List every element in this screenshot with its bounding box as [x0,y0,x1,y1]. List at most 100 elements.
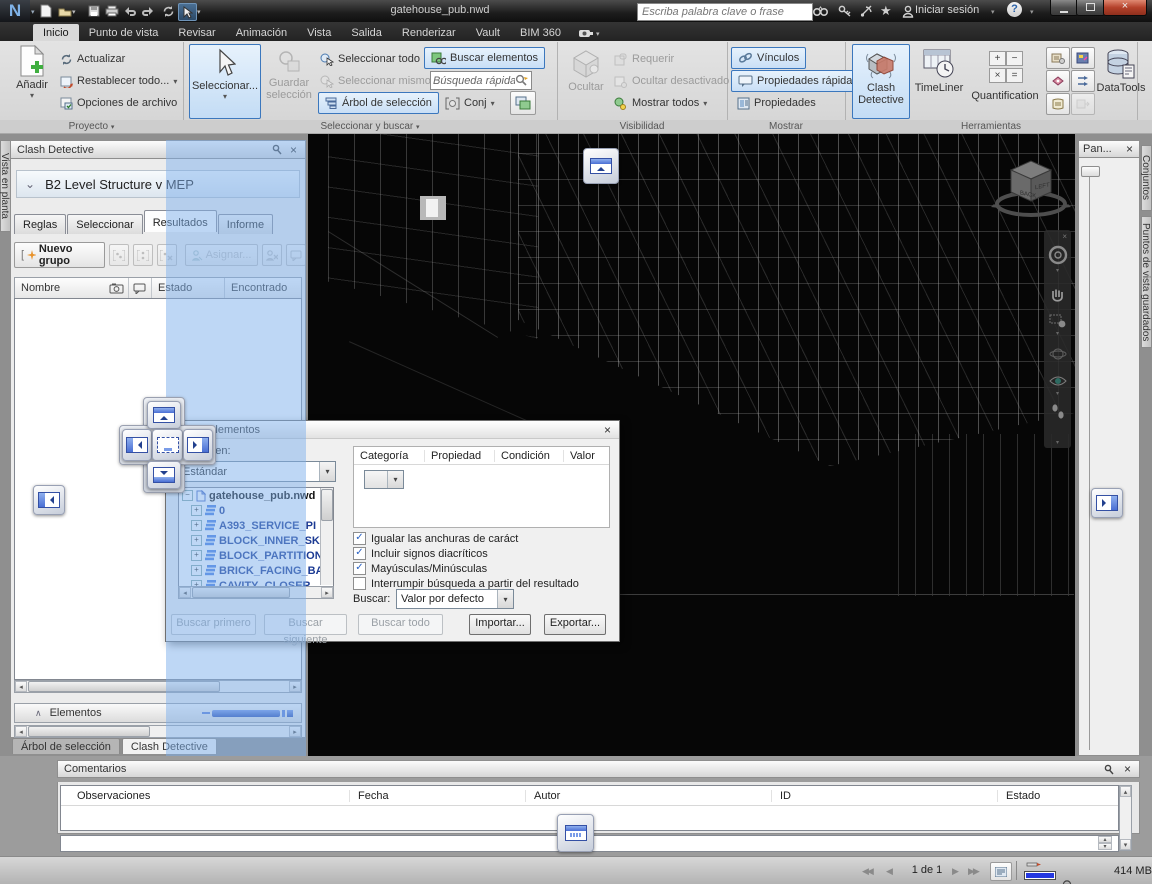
select-tool-button[interactable] [178,3,197,21]
infocenter-search-input[interactable] [637,3,813,21]
manage-sets-button[interactable] [510,91,536,115]
comments-scroll-up-icon[interactable]: ▴ [1120,786,1131,797]
tree-vscroll-thumb[interactable] [321,489,333,521]
app-menu-dropdown-icon[interactable]: ▾ [31,8,35,16]
tree-vscrollbar[interactable] [320,488,333,585]
open-dropdown-icon[interactable]: ▾ [72,8,76,16]
select-same-button[interactable]: Seleccionar mismo▾ [320,72,439,90]
ribbon-display-menu[interactable]: ▾ [571,29,608,41]
dock-guide-top[interactable] [583,148,619,184]
items-collapse-icon[interactable]: ∧ [35,708,42,719]
col-condicion[interactable]: Condición [495,450,564,462]
maximize-button[interactable] [1076,0,1105,16]
appearance-profiler-button[interactable] [1046,70,1070,92]
col-observaciones[interactable]: Observaciones [61,790,350,802]
group-label-seleccionar[interactable]: Seleccionar y buscar ▾ [183,120,557,133]
slider-handle[interactable] [1081,166,1100,177]
select-big-button[interactable]: Seleccionar... ▾ [189,44,261,119]
scroll-left-icon-2[interactable]: ◂ [15,726,27,737]
print-button[interactable] [103,3,120,19]
test-collapse-icon[interactable]: ⌄ [25,177,35,191]
look-dropdown-icon[interactable]: ▾ [1056,390,1059,397]
scroll-left-icon[interactable]: ◂ [15,681,27,692]
application-menu-button[interactable]: N [0,0,30,22]
first-sheet-button[interactable]: ◀◀ [862,866,872,877]
tab-punto-de-vista[interactable]: Punto de vista [79,24,169,41]
tab-puntos-de-vista-guardados[interactable]: Puntos de vista guardados [1141,216,1152,348]
tab-inicio[interactable]: Inicio [33,24,79,41]
next-sheet-button[interactable]: ▶ [952,866,957,877]
col-categoria[interactable]: Categoría [354,450,425,462]
find-all-button[interactable]: Buscar todo [358,614,443,635]
minimize-button[interactable] [1050,0,1078,16]
tree-scroll-right-icon[interactable]: ▸ [321,587,333,598]
quick-properties-button[interactable]: Propiedades rápidas [731,70,865,92]
search-mode-dropdown-icon[interactable]: ▾ [497,590,513,608]
undo-icon[interactable] [121,3,138,19]
zoom-window-icon[interactable] [1048,312,1068,330]
category-row-combo[interactable]: ▾ [364,470,404,489]
walk-footsteps-icon[interactable] [1049,403,1067,421]
comments-close-icon[interactable]: × [1122,763,1133,775]
tab-revisar[interactable]: Revisar [168,24,225,41]
dock-guide-cross-right[interactable] [183,429,213,461]
search-mode-combo[interactable]: Valor por defecto ▾ [396,589,514,609]
col-estado[interactable]: Estado [998,790,1040,802]
refresh-button[interactable] [160,3,177,19]
sets-dropdown[interactable]: Conj▾ [445,94,495,112]
help-dropdown-icon[interactable]: ▾ [1030,8,1034,16]
pan-panel-close-icon[interactable]: × [1124,143,1135,155]
select-all-button[interactable]: Seleccionar todo▾ [320,50,428,68]
group-items-button[interactable] [109,244,129,266]
orbit-icon[interactable] [1048,345,1068,363]
clash-tab-seleccionar[interactable]: Seleccionar [67,214,142,234]
column-nombre[interactable]: Nombre [15,282,109,294]
dock-guide-cross-center[interactable] [152,429,183,461]
hide-unselected-button[interactable]: Ocultar desactivado [614,72,729,90]
refresh-model-button[interactable]: Actualizar [60,50,125,68]
checkbox-checked-icon[interactable]: ✓ [353,547,366,560]
check-match-char-widths[interactable]: ✓ Igualar las anchuras de caráct [353,532,518,545]
find-dialog-close-icon[interactable]: × [602,424,613,436]
close-button[interactable]: × [1103,0,1147,16]
tab-salida[interactable]: Salida [341,24,392,41]
checkbox-unchecked-icon[interactable] [353,577,366,590]
favorites-star-icon[interactable]: ★ [880,3,892,19]
scripter-button[interactable] [1071,47,1095,69]
require-button[interactable]: Requerir [614,50,674,68]
comments-pin-icon[interactable] [1103,764,1114,775]
camera-column-icon[interactable] [109,283,124,294]
file-options-button[interactable]: Opciones de archivo [60,94,177,112]
tab-bim360[interactable]: BIM 360 [510,24,571,41]
unhide-all-button[interactable]: Mostrar todos▾ [614,94,707,112]
col-id[interactable]: ID [772,790,998,802]
comments-vscrollbar[interactable]: ▴ ▾ [1119,785,1132,851]
compare-button[interactable] [1046,93,1070,115]
dock-guide-right[interactable] [1091,488,1123,518]
communication-center-icon[interactable] [858,3,875,19]
tab-conjuntos[interactable]: Conjuntos [1141,145,1152,211]
col-autor[interactable]: Autor [526,790,772,802]
items-hscroll-thumb[interactable] [28,726,150,737]
tab-vault[interactable]: Vault [466,24,510,41]
comment-column-icon[interactable] [133,283,147,294]
batch-utility-button[interactable] [1071,70,1095,92]
help-button[interactable]: ? [1007,2,1022,17]
add-file-button[interactable]: Añadir ▾ [8,44,56,119]
quick-find-input[interactable]: Búsqueda rápida [430,71,532,90]
conditions-table[interactable]: Categoría Propiedad Condición Valor ▾ [353,446,610,528]
col-valor[interactable]: Valor [564,450,595,462]
dock-guide-cross-left[interactable] [122,429,152,461]
import-button[interactable]: Importar... [469,614,531,635]
signin-button[interactable]: Iniciar sesión [915,4,979,16]
selection-tree-button[interactable]: Árbol de selección [318,92,439,114]
navbar-dropdown-icon[interactable]: ▾ [1056,267,1059,274]
zoom-dropdown-icon[interactable]: ▾ [1056,330,1059,337]
quantification-button[interactable]: +− ×= Quantification [966,44,1044,119]
ungroup-items-button[interactable] [133,244,153,266]
export-button[interactable]: Exportar... [544,614,606,635]
find-items-button[interactable]: Buscar elementos [424,47,545,69]
save-button[interactable] [85,3,102,19]
col-propiedad[interactable]: Propiedad [425,450,495,462]
new-group-button[interactable]: [ Nuevo grupo [14,242,105,268]
